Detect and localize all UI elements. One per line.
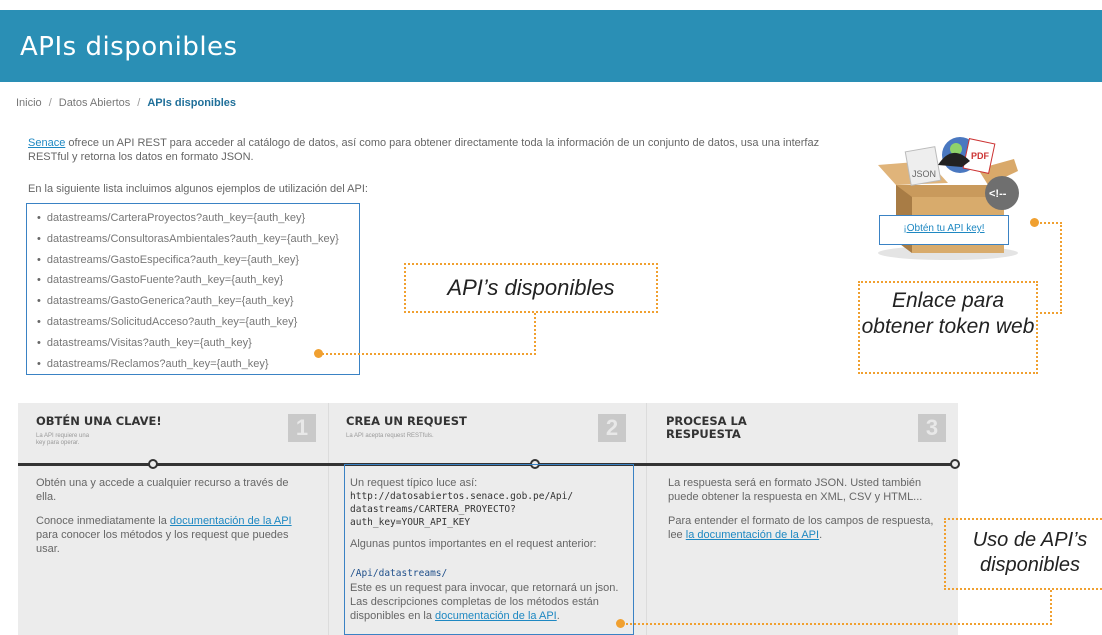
step-3-docs-text: Para entender el formato de los campos d… bbox=[668, 515, 934, 541]
step-3-content: La respuesta será en formato JSON. Usted… bbox=[668, 476, 938, 552]
breadcrumb-separator: / bbox=[137, 97, 141, 109]
breadcrumb-datos-abiertos[interactable]: Datos Abiertos bbox=[59, 97, 131, 109]
column-separator bbox=[328, 403, 329, 635]
callout-usage: Uso de API’s disponibles bbox=[944, 518, 1102, 590]
api-list-item: datastreams/GastoGenerica?auth_key={auth… bbox=[37, 291, 359, 312]
breadcrumb-inicio[interactable]: Inicio bbox=[16, 97, 42, 109]
api-docs-link[interactable]: documentación de la API bbox=[170, 515, 292, 527]
senace-link[interactable]: Senace bbox=[28, 137, 65, 149]
request-highlight-box bbox=[344, 464, 634, 635]
step-1-header: OBTÉN UNA CLAVE! La API requiere una key… bbox=[18, 403, 328, 458]
api-list-item: datastreams/CarteraProyectos?auth_key={a… bbox=[37, 208, 359, 229]
divider-knob bbox=[148, 459, 158, 469]
code-tag-label: <!-- bbox=[989, 188, 1007, 200]
step-1-docs-text: Conoce inmediatamente la documentación d… bbox=[36, 515, 292, 555]
callout-token: Enlace para obtener token web bbox=[858, 281, 1038, 374]
api-list-item: datastreams/Reclamos?auth_key={auth_key} bbox=[37, 354, 359, 375]
callout-connector bbox=[626, 623, 1052, 625]
get-api-key-link[interactable]: ¡Obtén tu API key! bbox=[879, 215, 1009, 245]
page-title: APIs disponibles bbox=[20, 32, 238, 62]
callout-dot bbox=[1030, 218, 1039, 227]
callout-connector bbox=[1036, 312, 1062, 314]
callout-connector bbox=[1060, 222, 1062, 314]
top-strip bbox=[0, 0, 1102, 10]
api-list-item: datastreams/Visitas?auth_key={auth_key} bbox=[37, 333, 359, 354]
callout-connector bbox=[534, 313, 536, 355]
api-list-item: datastreams/ConsultorasAmbientales?auth_… bbox=[37, 229, 359, 250]
step-1-title: OBTÉN UNA CLAVE! bbox=[36, 414, 162, 428]
step-3-text: La respuesta será en formato JSON. Usted… bbox=[668, 477, 923, 503]
api-list-item: datastreams/GastoFuente?auth_key={auth_k… bbox=[37, 270, 359, 291]
callout-connector bbox=[1050, 590, 1052, 625]
callout-connector bbox=[322, 353, 536, 355]
step-2-header: CREA UN REQUEST La API acepta request RE… bbox=[328, 403, 638, 458]
callout-dot bbox=[616, 619, 625, 628]
intro-text: ofrece un API REST para acceder al catál… bbox=[28, 137, 820, 163]
step-1-subtitle: La API requiere una key para operar. bbox=[36, 433, 90, 446]
step-1-content: Obtén una y accede a cualquier recurso a… bbox=[36, 476, 306, 566]
intro-paragraph: Senace ofrece un API REST para acceder a… bbox=[28, 136, 848, 164]
breadcrumb-separator: / bbox=[48, 97, 52, 109]
examples-label: En la siguiente lista incluimos algunos … bbox=[28, 183, 368, 195]
api-list-item: datastreams/GastoEspecifica?auth_key={au… bbox=[37, 250, 359, 271]
step-3-number: 3 bbox=[918, 414, 946, 442]
api-list: datastreams/CarteraProyectos?auth_key={a… bbox=[27, 204, 359, 374]
step-1-text: Obtén una y accede a cualquier recurso a… bbox=[36, 477, 289, 503]
step-2-title: CREA UN REQUEST bbox=[346, 414, 467, 428]
step-3-title: PROCESA LA RESPUESTA bbox=[666, 414, 747, 441]
api-list-box: datastreams/CarteraProyectos?auth_key={a… bbox=[26, 203, 360, 375]
step-2-subtitle: La API acepta request RESTfuls. bbox=[346, 433, 434, 439]
api-list-item: datastreams/SolicitudAcceso?auth_key={au… bbox=[37, 312, 359, 333]
divider-knob bbox=[950, 459, 960, 469]
breadcrumb: Inicio / Datos Abiertos / APIs disponibles bbox=[16, 97, 236, 109]
pdf-label: PDF bbox=[971, 151, 990, 161]
step-3-header: PROCESA LA RESPUESTA 3 bbox=[648, 403, 958, 458]
breadcrumb-current: APIs disponibles bbox=[147, 97, 236, 109]
callout-connector bbox=[1036, 222, 1062, 224]
step-1-number: 1 bbox=[288, 414, 316, 442]
callout-dot bbox=[314, 349, 323, 358]
page-header: APIs disponibles bbox=[0, 10, 1102, 82]
callout-apis: API’s disponibles bbox=[404, 263, 658, 313]
api-docs-link[interactable]: la documentación de la API bbox=[686, 529, 819, 541]
json-label: JSON bbox=[912, 169, 936, 179]
column-separator bbox=[646, 403, 647, 635]
step-2-number: 2 bbox=[598, 414, 626, 442]
